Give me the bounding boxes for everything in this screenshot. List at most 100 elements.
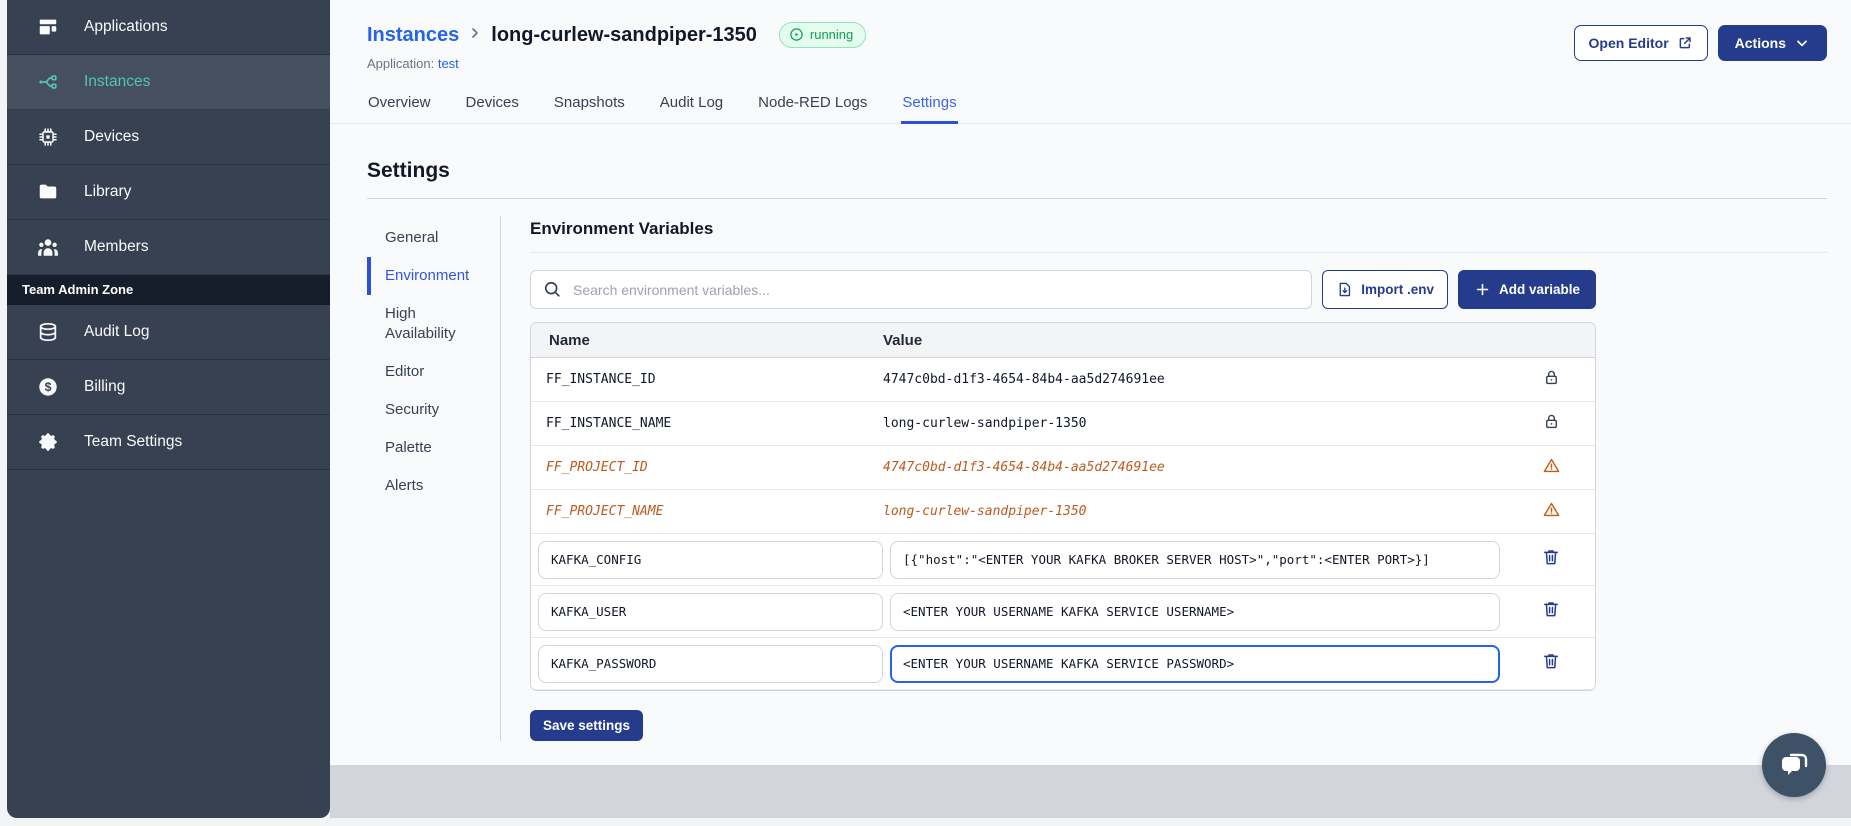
chat-bubbles-icon	[1778, 749, 1810, 781]
instance-tabs: Overview Devices Snapshots Audit Log Nod…	[330, 81, 1851, 124]
table-row: FF_PROJECT_ID 4747c0bd-d1f3-4654-84b4-aa…	[531, 446, 1595, 490]
sidebar-item[interactable]: Library	[7, 165, 330, 220]
table-row-editable	[531, 534, 1595, 586]
chat-widget-button[interactable]	[1762, 733, 1826, 797]
sidebar-item[interactable]: Audit Log	[7, 305, 330, 360]
environment-variables-table: Name Value FF_INSTANCE_ID 4747c0bd-d1f3-…	[530, 322, 1596, 691]
chevron-down-icon	[1794, 35, 1810, 51]
settings-nav-item[interactable]: Palette	[367, 429, 481, 467]
environment-variables-body: Import .env Add variable Nam	[530, 270, 1596, 741]
env-var-name: FF_INSTANCE_NAME	[546, 416, 672, 431]
trash-icon[interactable]	[1541, 599, 1561, 624]
application-link[interactable]: test	[438, 56, 459, 71]
breadcrumb: Instances long-curlew-sandpiper-1350 run…	[367, 22, 867, 48]
search-environment-variables-input[interactable]	[530, 270, 1313, 309]
actions-button[interactable]: Actions	[1717, 25, 1827, 61]
sidebar-item-label: Members	[84, 238, 149, 255]
page-root: Applications Instances Devices Library M…	[0, 0, 1851, 826]
team-settings-icon	[37, 431, 59, 453]
column-header-name: Name	[549, 331, 590, 349]
settings-title: Settings	[367, 159, 450, 182]
billing-icon: $	[37, 376, 59, 398]
column-header-value: Value	[883, 331, 923, 349]
warning-icon	[1542, 456, 1561, 479]
table-row: FF_INSTANCE_ID 4747c0bd-d1f3-4654-84b4-a…	[531, 358, 1595, 402]
settings-nav-item[interactable]: Environment	[367, 257, 481, 295]
environment-variables-title: Environment Variables	[530, 219, 1827, 253]
table-row-editable	[531, 586, 1595, 638]
search-icon	[544, 281, 560, 297]
settings-nav-item[interactable]: Security	[367, 391, 481, 429]
application-line: Application: test	[367, 56, 866, 71]
sidebar-item-label: Devices	[84, 128, 140, 145]
page-header-actions: Open Editor Actions	[1573, 22, 1827, 61]
chevron-right-icon	[467, 25, 483, 46]
audit-log-icon	[37, 321, 59, 343]
lock-icon	[1542, 412, 1561, 435]
env-var-value-input[interactable]	[890, 592, 1500, 631]
open-editor-button[interactable]: Open Editor	[1573, 25, 1708, 61]
sidebar-item[interactable]: Applications	[7, 0, 330, 55]
sidebar-item-label: Team Settings	[84, 433, 183, 450]
settings-divider	[367, 198, 1827, 199]
tab[interactable]: Snapshots	[553, 81, 626, 124]
env-var-name-input[interactable]	[538, 592, 883, 631]
table-row-editable	[531, 638, 1595, 690]
tab[interactable]: Audit Log	[659, 81, 724, 124]
env-var-name-input[interactable]	[538, 644, 883, 683]
lock-icon	[1542, 368, 1561, 391]
add-variable-button[interactable]: Add variable	[1457, 270, 1596, 309]
settings-layout: General Environment High Availability Ed…	[367, 216, 1827, 741]
env-var-name: FF_INSTANCE_ID	[546, 372, 656, 387]
tab[interactable]: Devices	[465, 81, 520, 124]
trash-icon[interactable]	[1541, 547, 1561, 572]
status-badge: running	[778, 22, 867, 48]
page-header: Instances long-curlew-sandpiper-1350 run…	[367, 0, 1827, 71]
breadcrumb-instances-link[interactable]: Instances	[367, 24, 459, 47]
application-label: Application:	[367, 56, 435, 71]
sidebar-item-label: Audit Log	[84, 323, 150, 340]
members-icon	[37, 236, 59, 258]
table-row: FF_PROJECT_NAME long-curlew-sandpiper-13…	[531, 490, 1595, 534]
settings-nav-item[interactable]: General	[367, 219, 481, 257]
env-var-value-input[interactable]	[890, 644, 1500, 683]
sidebar-item[interactable]: Team Settings	[7, 415, 330, 470]
page-header-left: Instances long-curlew-sandpiper-1350 run…	[367, 22, 867, 71]
main-content: Instances long-curlew-sandpiper-1350 run…	[330, 0, 1851, 765]
sidebar-item[interactable]: $ Billing	[7, 360, 330, 415]
environment-section: Environment Variables Impor	[501, 216, 1827, 741]
env-var-value-input[interactable]	[890, 540, 1500, 579]
settings-nav: General Environment High Availability Ed…	[367, 216, 481, 741]
sidebar-item[interactable]: Devices	[7, 110, 330, 165]
sidebar-item-label: Instances	[84, 73, 151, 90]
instance-name: long-curlew-sandpiper-1350	[491, 23, 757, 46]
sidebar-item[interactable]: Instances	[7, 55, 330, 110]
instances-icon	[37, 71, 59, 93]
tab[interactable]: Settings	[901, 81, 958, 124]
warning-icon	[1542, 500, 1561, 523]
env-var-value: 4747c0bd-d1f3-4654-84b4-aa5d274691ee	[883, 460, 1165, 475]
env-var-value: long-curlew-sandpiper-1350	[883, 416, 1087, 431]
settings-nav-item[interactable]: High Availability	[367, 295, 481, 353]
document-download-icon	[1336, 281, 1353, 298]
sidebar-filler	[7, 470, 330, 818]
env-var-name: FF_PROJECT_NAME	[546, 504, 664, 519]
table-header-row: Name Value	[531, 323, 1595, 358]
env-var-name-input[interactable]	[538, 540, 883, 579]
footer-band	[330, 765, 1851, 818]
save-settings-button[interactable]: Save settings	[530, 710, 644, 741]
main-area: Instances long-curlew-sandpiper-1350 run…	[330, 0, 1851, 818]
status-badge-label: running	[809, 27, 854, 42]
tab[interactable]: Overview	[367, 81, 432, 124]
settings-nav-item[interactable]: Alerts	[367, 467, 481, 505]
sidebar-item-label: Applications	[84, 18, 168, 35]
table-row: FF_INSTANCE_NAME long-curlew-sandpiper-1…	[531, 402, 1595, 446]
settings-nav-item[interactable]: Editor	[367, 353, 481, 391]
sidebar-item[interactable]: Members	[7, 220, 330, 275]
plus-icon	[1474, 281, 1491, 298]
import-env-button[interactable]: Import .env	[1322, 270, 1448, 309]
trash-icon[interactable]	[1541, 651, 1561, 676]
play-circle-icon	[789, 27, 804, 42]
tab[interactable]: Node-RED Logs	[757, 81, 868, 124]
environment-toolbar: Import .env Add variable	[530, 270, 1596, 309]
